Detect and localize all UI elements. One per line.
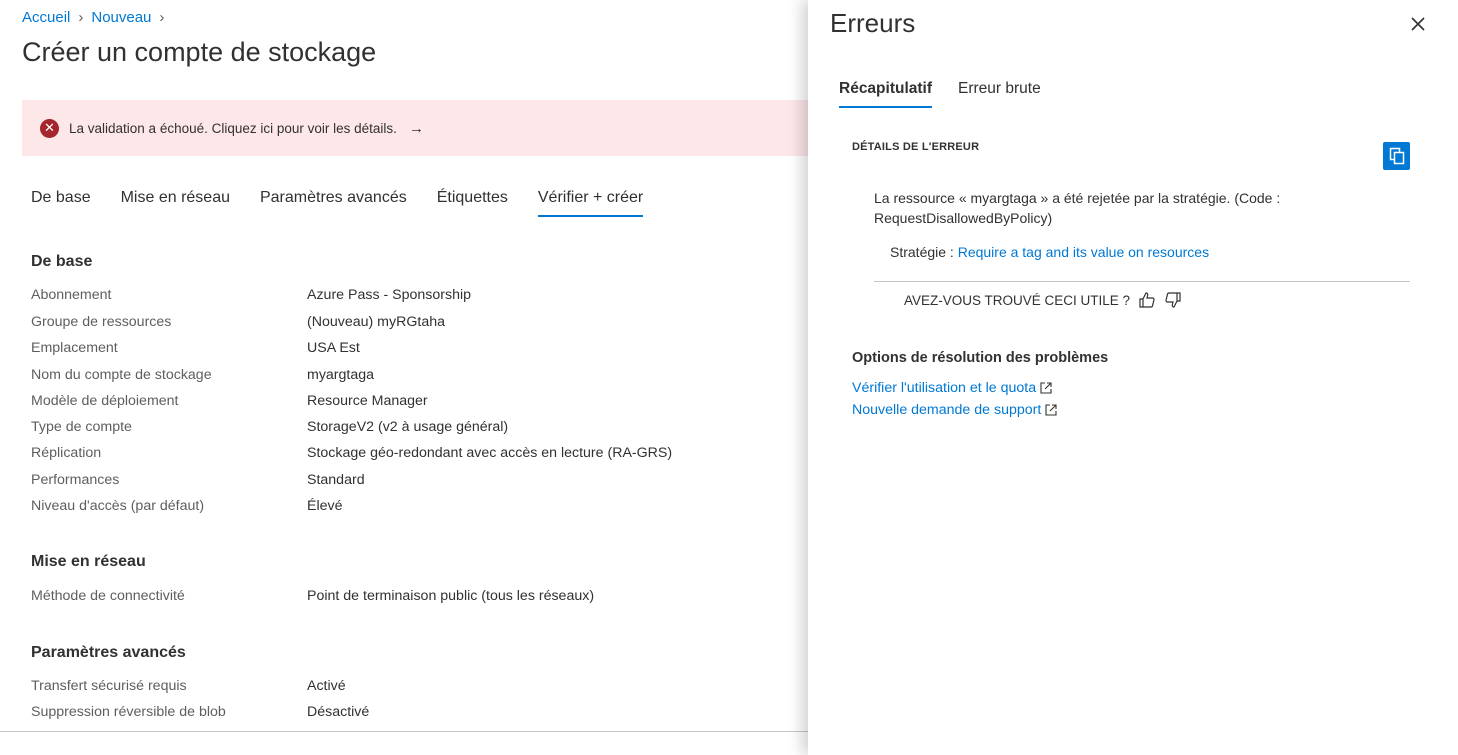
summary-row: Réplication Stockage géo-redondant avec a… [31,445,672,461]
summary-row: Nom du compte de stockage myargtaga [31,367,374,383]
summary-row: Performances Standard [31,472,365,488]
summary-value: (Nouveau) myRGtaha [307,314,445,330]
link-label: Vérifier l'utilisation et le quota [852,380,1037,396]
chevron-right-icon: › [78,9,84,26]
link-label: Nouvelle demande de support [852,402,1042,418]
copy-icon[interactable] [1383,142,1410,170]
tab-raw-error[interactable]: Erreur brute [958,80,1041,108]
policy-link[interactable]: Require a tag and its value on resources [958,244,1209,260]
chevron-right-icon: › [159,9,165,26]
tab-tags[interactable]: Étiquettes [437,189,508,217]
summary-value: Resource Manager [307,393,428,409]
tab-basics[interactable]: De base [31,189,91,217]
summary-row: Type de compte StorageV2 (v2 à usage géné… [31,419,508,435]
arrow-right-icon: → [408,119,424,137]
error-message: La ressource « myargtaga » a été rejetée… [874,190,1281,226]
main-page: Accueil › Nouveau › Créer un compte de s… [0,0,808,755]
summary-value: Point de terminaison public (tous les ré… [307,588,595,604]
check-usage-quota-link[interactable]: Vérifier l'utilisation et le quota [852,380,1052,396]
summary-key: Niveau d'accès (par défaut) [31,498,205,514]
external-link-icon [1040,382,1052,394]
tab-advanced[interactable]: Paramètres avancés [260,189,407,217]
summary-value: Standard [307,472,365,488]
summary-key: Transfert sécurisé requis [31,678,187,694]
external-link-icon [1045,404,1057,416]
summary-value: Élevé [307,498,343,514]
summary-key: Modèle de déploiement [31,393,179,409]
error-circle-icon: ✕ [40,118,59,138]
summary-row: Méthode de connectivité Point de terminai… [31,588,594,604]
summary-key: Emplacement [31,340,118,356]
error-details-label: DÉTAILS DE L'ERREUR [852,141,980,153]
feedback-question: AVEZ-VOUS TROUVÉ CECI UTILE ? [904,292,1131,308]
tab-networking[interactable]: Mise en réseau [121,189,230,217]
policy-label: Stratégie : [890,244,958,260]
summary-key: Nom du compte de stockage [31,367,212,383]
thumbs-up-icon[interactable] [1138,291,1156,309]
summary-row: Groupe de ressources (Nouveau) myRGtaha [31,314,445,330]
summary-value: Activé [307,678,346,694]
thumbs-down-icon[interactable] [1164,291,1182,309]
errors-panel: Erreurs Récapitulatif Erreur brute DÉTAI… [808,0,1458,755]
summary-value: USA Est [307,340,360,356]
section-title-basics: De base [31,253,93,270]
validation-error-banner[interactable]: ✕ La validation a échoué. Cliquez ici po… [22,100,808,156]
tab-review-create[interactable]: Vérifier + créer [537,189,644,217]
close-icon[interactable] [1408,14,1428,34]
summary-key: Type de compte [31,419,132,435]
summary-row: Transfert sécurisé requis Activé [31,678,346,694]
summary-value: Azure Pass - Sponsorship [307,287,472,303]
footer-divider [0,731,808,732]
summary-key: Méthode de connectivité [31,588,185,604]
summary-key: Abonnement [31,287,112,303]
breadcrumb-home-link[interactable]: Accueil [22,9,70,26]
validation-error-text: La validation a échoué. Cliquez ici pour… [69,120,397,136]
page-title: Créer un compte de stockage [22,37,377,67]
panel-tabs: Récapitulatif Erreur brute [839,80,1067,108]
summary-row: Niveau d'accès (par défaut) Élevé [31,498,343,514]
feedback-row: AVEZ-VOUS TROUVÉ CECI UTILE ? [904,291,1182,309]
summary-key: Suppression réversible de blob [31,704,226,720]
troubleshooting-title: Options de résolution des problèmes [852,350,1109,366]
panel-title: Erreurs [830,8,916,38]
summary-row: Modèle de déploiement Resource Manager [31,393,428,409]
divider [874,281,1410,282]
summary-key: Groupe de ressources [31,314,172,330]
summary-value: Stockage géo-redondant avec accès en lec… [307,445,673,461]
policy-line: Stratégie : Require a tag and its value … [890,244,1209,260]
breadcrumb: Accueil › Nouveau › [22,9,164,26]
section-title-advanced: Paramètres avancés [31,644,186,661]
summary-key: Performances [31,472,120,488]
section-title-networking: Mise en réseau [31,553,146,570]
summary-row: Suppression réversible de blob Désactivé [31,704,369,720]
new-support-request-link[interactable]: Nouvelle demande de support [852,402,1057,418]
summary-value: StorageV2 (v2 à usage général) [307,419,509,435]
tab-summary[interactable]: Récapitulatif [839,80,933,108]
summary-row: Emplacement USA Est [31,340,360,356]
summary-row: Abonnement Azure Pass - Sponsorship [31,287,471,303]
summary-key: Réplication [31,445,102,461]
breadcrumb-new-link[interactable]: Nouveau [91,9,151,26]
wizard-tabs: De base Mise en réseau Paramètres avancé… [31,189,673,217]
summary-value: myargtaga [307,367,375,383]
summary-value: Désactivé [307,704,370,720]
